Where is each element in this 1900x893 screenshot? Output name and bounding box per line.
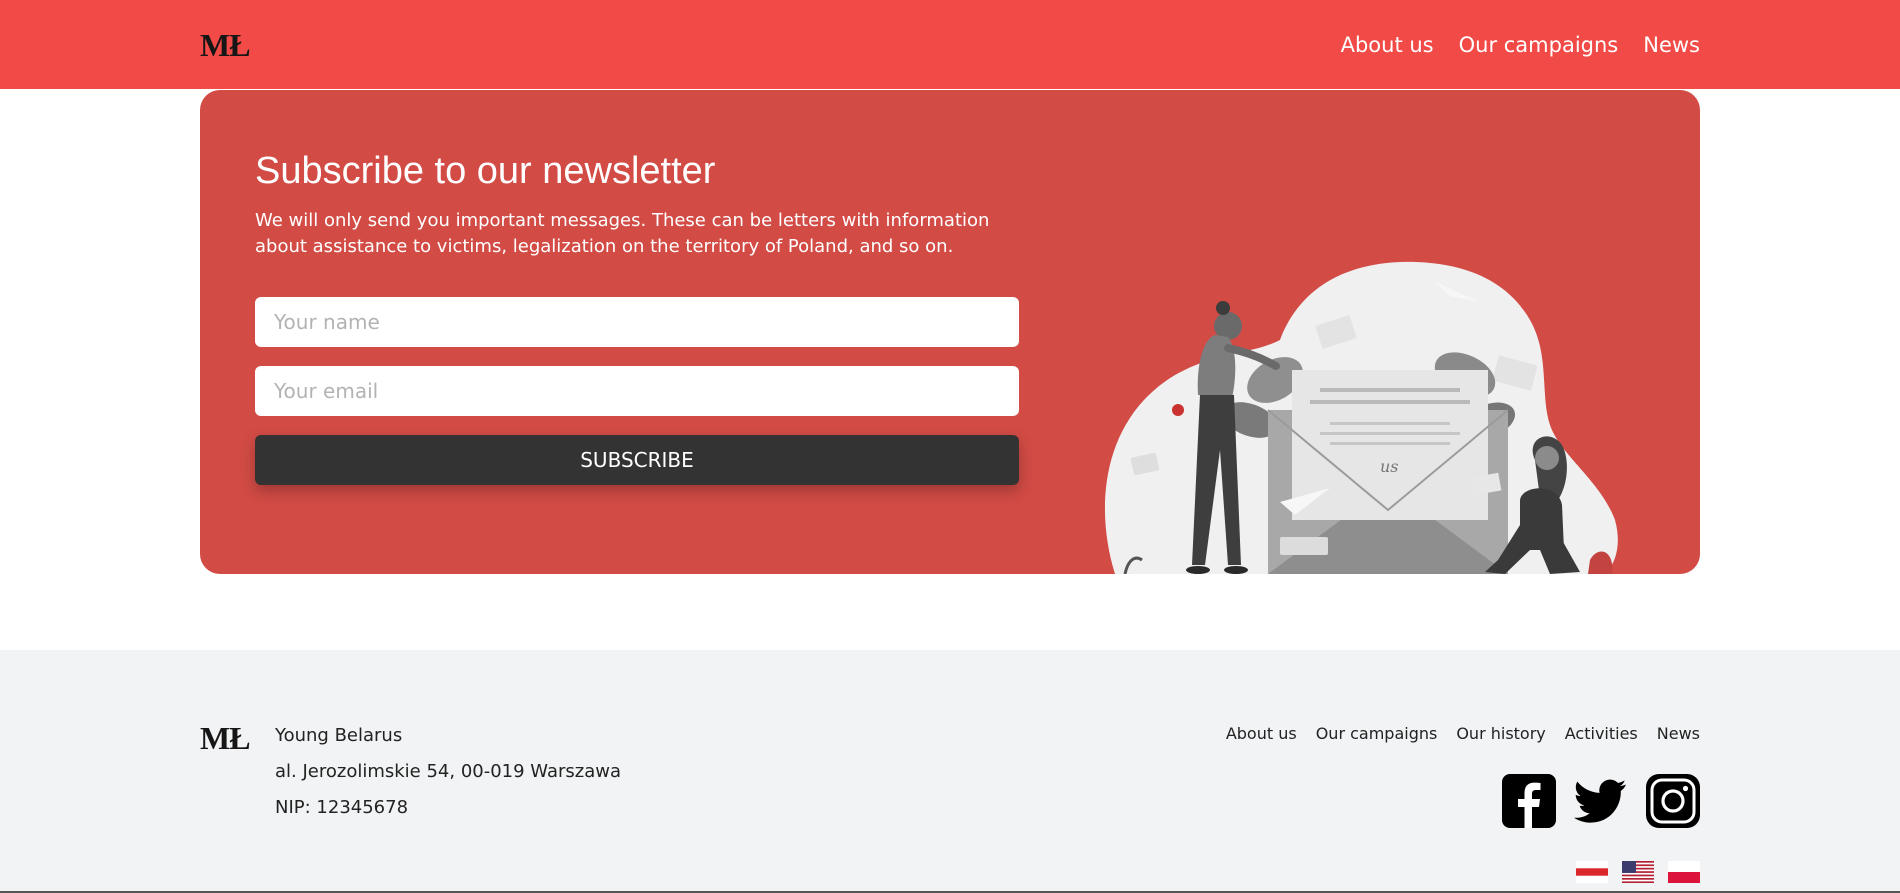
footer-link-our-campaigns[interactable]: Our campaigns (1316, 722, 1438, 746)
newsletter-title: Subscribe to our newsletter (255, 150, 716, 192)
footer-nav: About us Our campaigns Our history Activ… (1226, 722, 1700, 746)
social-links (1502, 774, 1700, 828)
email-input[interactable] (255, 366, 1019, 416)
footer-link-our-history[interactable]: Our history (1456, 722, 1545, 746)
footer-link-activities[interactable]: Activities (1565, 722, 1638, 746)
newsletter-card: Subscribe to our newsletter We will only… (200, 90, 1700, 574)
organization-nip: NIP: 12345678 (275, 797, 409, 818)
nav-link-news[interactable]: News (1643, 30, 1700, 60)
organization-address: al. Jerozolimskie 54, 00-019 Warszawa (275, 761, 621, 782)
facebook-icon[interactable] (1502, 774, 1556, 828)
nav-link-our-campaigns[interactable]: Our campaigns (1459, 30, 1619, 60)
main-nav: About us Our campaigns News (1341, 30, 1700, 60)
organization-name: Young Belarus (275, 725, 403, 746)
usa-flag[interactable] (1622, 861, 1654, 883)
newsletter-illustration: us (1104, 261, 1618, 574)
newsletter-description: We will only send you important messages… (255, 210, 990, 257)
nav-link-about-us[interactable]: About us (1341, 30, 1434, 60)
letter-signature: us (1380, 457, 1399, 476)
footer-logo[interactable]: MŁ (200, 720, 251, 756)
name-input[interactable] (255, 297, 1019, 347)
belarus-flag[interactable] (1576, 861, 1608, 883)
instagram-icon[interactable] (1646, 774, 1700, 828)
red-accent-dot (1172, 404, 1184, 416)
envelope-tag (1280, 537, 1328, 555)
site-logo[interactable]: MŁ (200, 27, 251, 63)
subscribe-button[interactable]: SUBSCRIBE (255, 435, 1019, 485)
footer-link-about-us[interactable]: About us (1226, 722, 1297, 746)
language-switcher (1576, 861, 1700, 883)
poland-flag[interactable] (1668, 861, 1700, 883)
footer-link-news[interactable]: News (1657, 722, 1700, 746)
site-footer: MŁ Young Belarus al. Jerozolimskie 54, 0… (0, 650, 1900, 893)
site-header: MŁ About us Our campaigns News (0, 0, 1900, 89)
woman-sitting-head (1535, 446, 1559, 470)
twitter-icon[interactable] (1574, 774, 1628, 828)
